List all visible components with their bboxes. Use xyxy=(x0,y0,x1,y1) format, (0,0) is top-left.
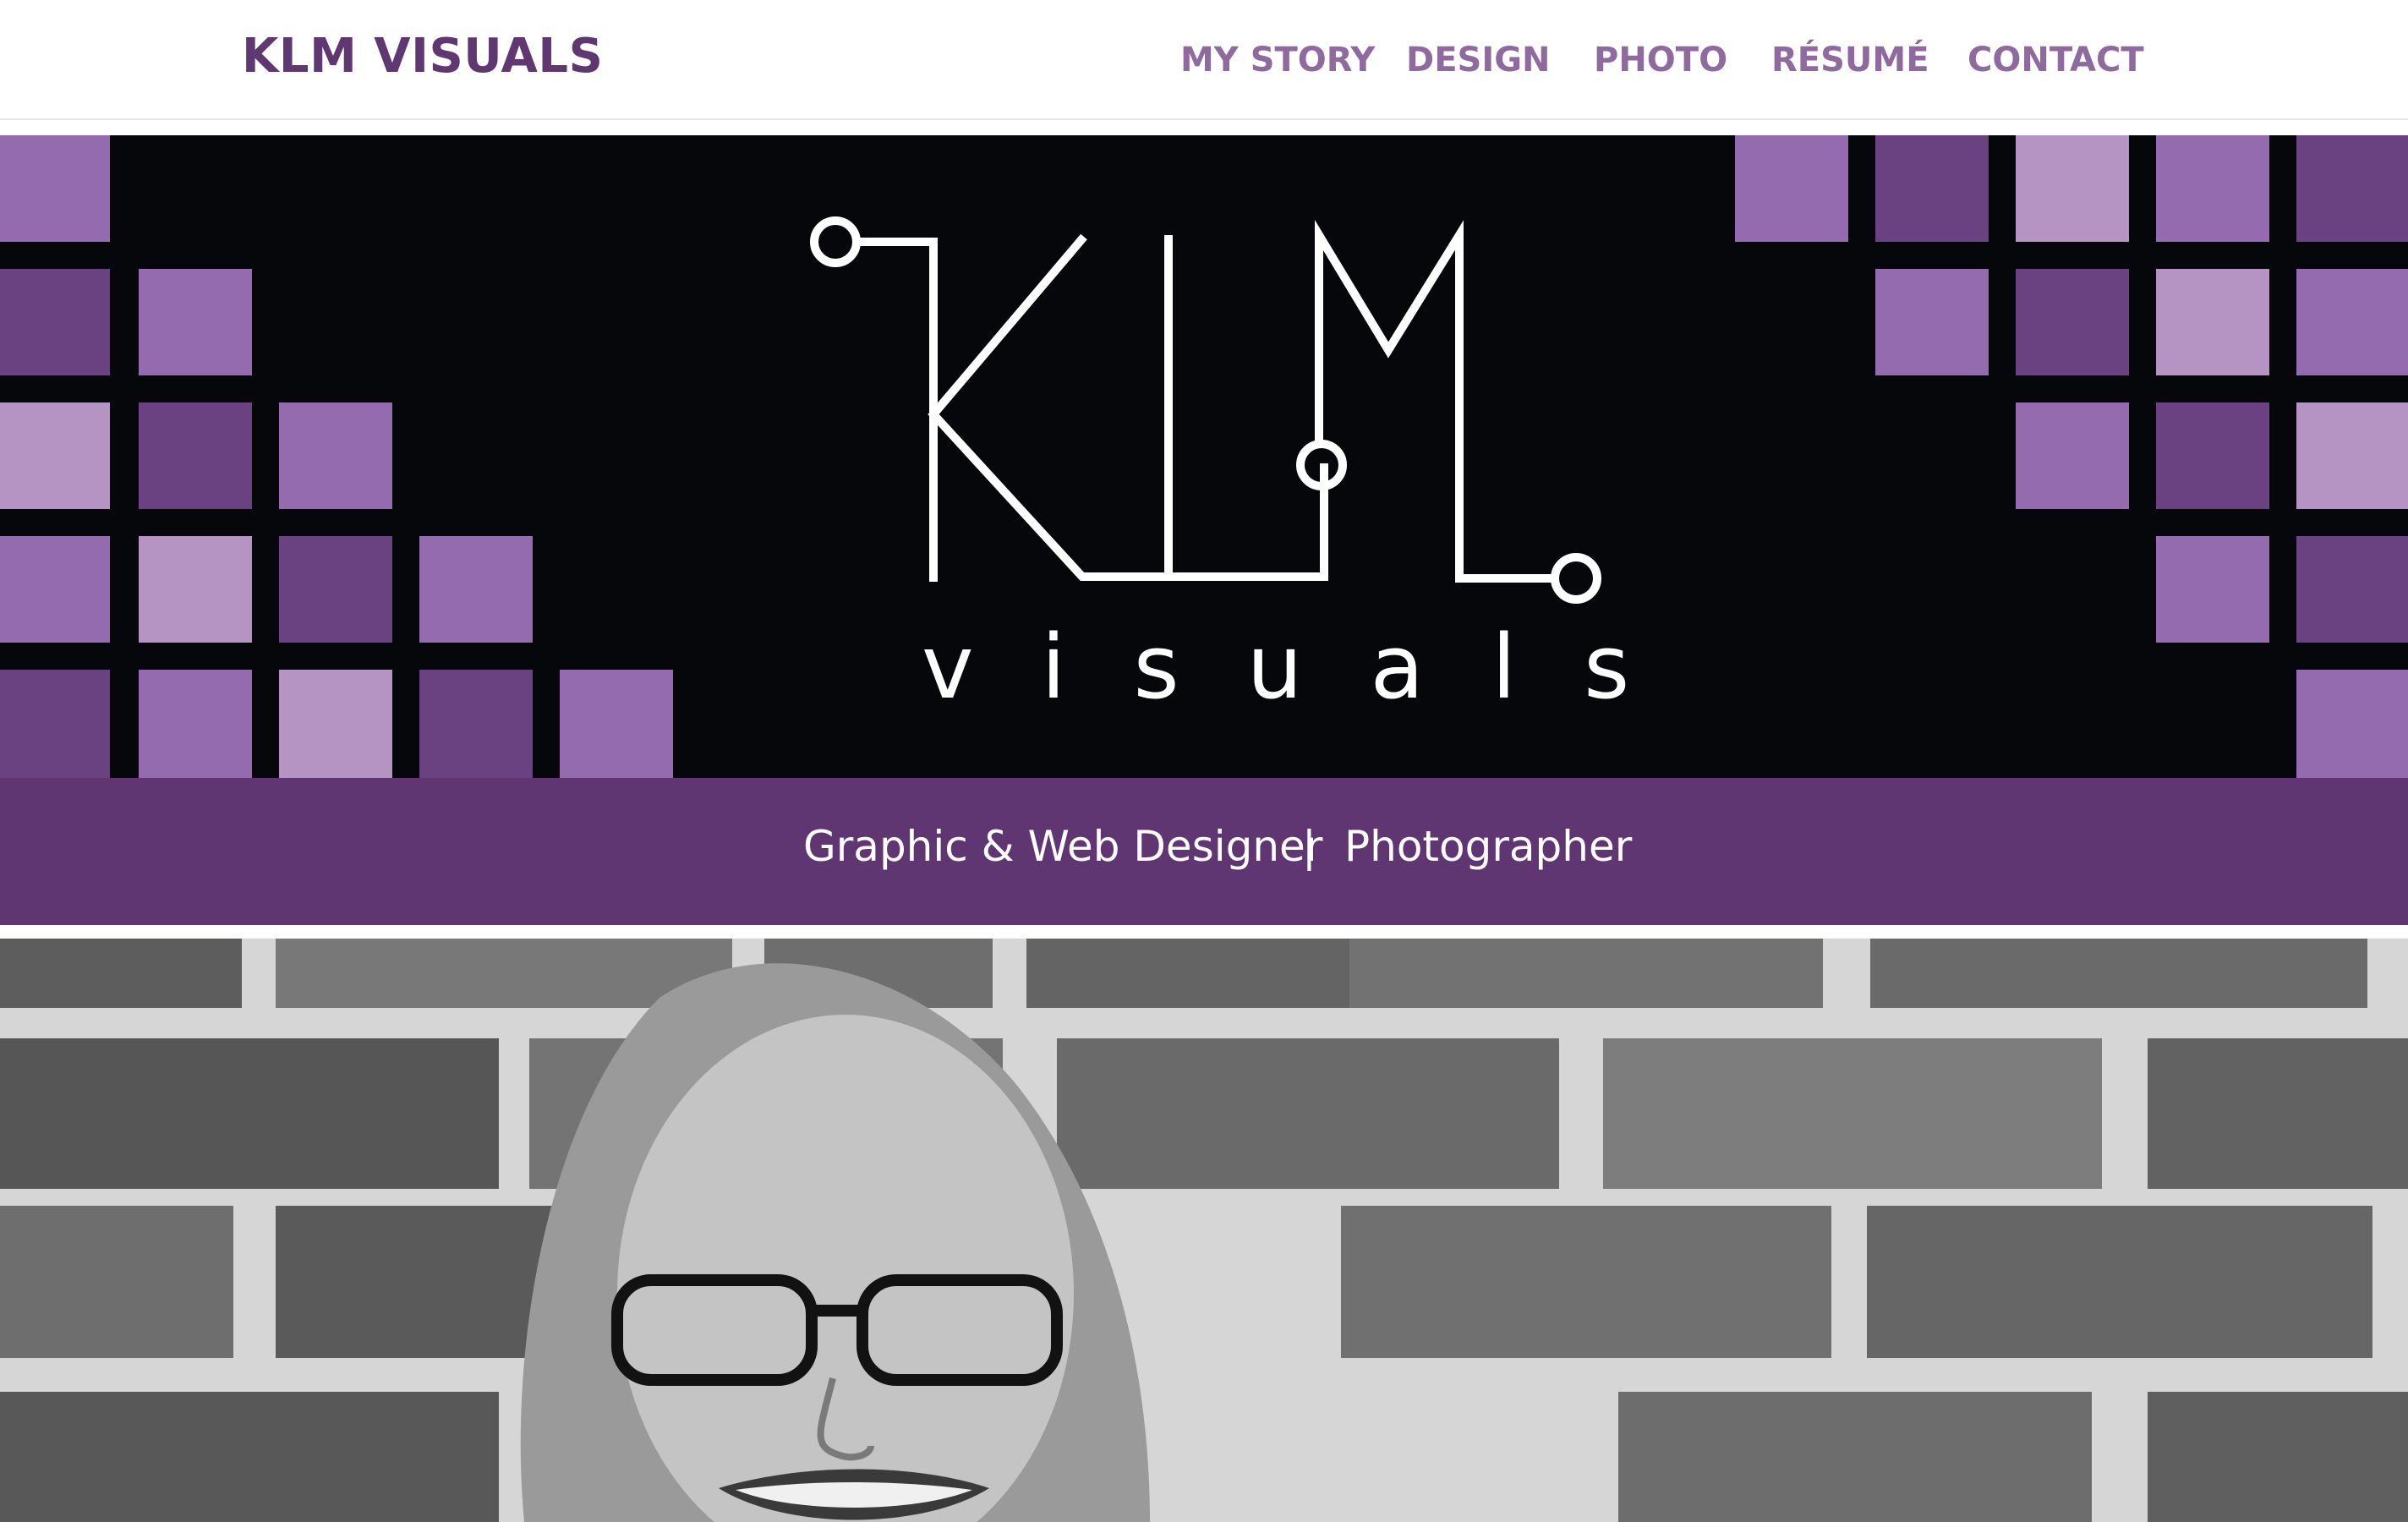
nav-resume[interactable]: RÉSUMÉ xyxy=(1771,41,1929,79)
hero-banner: visuals xyxy=(0,135,2408,778)
nav-contact[interactable]: CONTACT xyxy=(1967,41,2144,79)
portrait-photo-image xyxy=(0,939,2408,1522)
site-header: KLM VISUALS MY STORY DESIGN PHOTO RÉSUMÉ… xyxy=(0,0,2408,120)
tagline-band: Graphic & Web Designer | Photographer xyxy=(0,778,2408,925)
tagline-photographer: Photographer xyxy=(1344,822,1633,871)
left-tile-mosaic xyxy=(0,135,673,778)
right-tile-mosaic xyxy=(1735,135,2408,778)
site-logo-link[interactable]: KLM VISUALS xyxy=(242,29,603,84)
nav-my-story[interactable]: MY STORY xyxy=(1180,41,1375,79)
klm-circuit-logo xyxy=(810,216,1601,604)
tagline-designer: Graphic & Web Designer xyxy=(803,822,1323,871)
tagline-separator: | xyxy=(1302,822,1316,871)
logo-wordmark: visuals xyxy=(922,616,1698,719)
nav-photo[interactable]: PHOTO xyxy=(1594,41,1727,79)
nav-design[interactable]: DESIGN xyxy=(1406,41,1551,79)
portrait-photo xyxy=(0,939,2408,1522)
